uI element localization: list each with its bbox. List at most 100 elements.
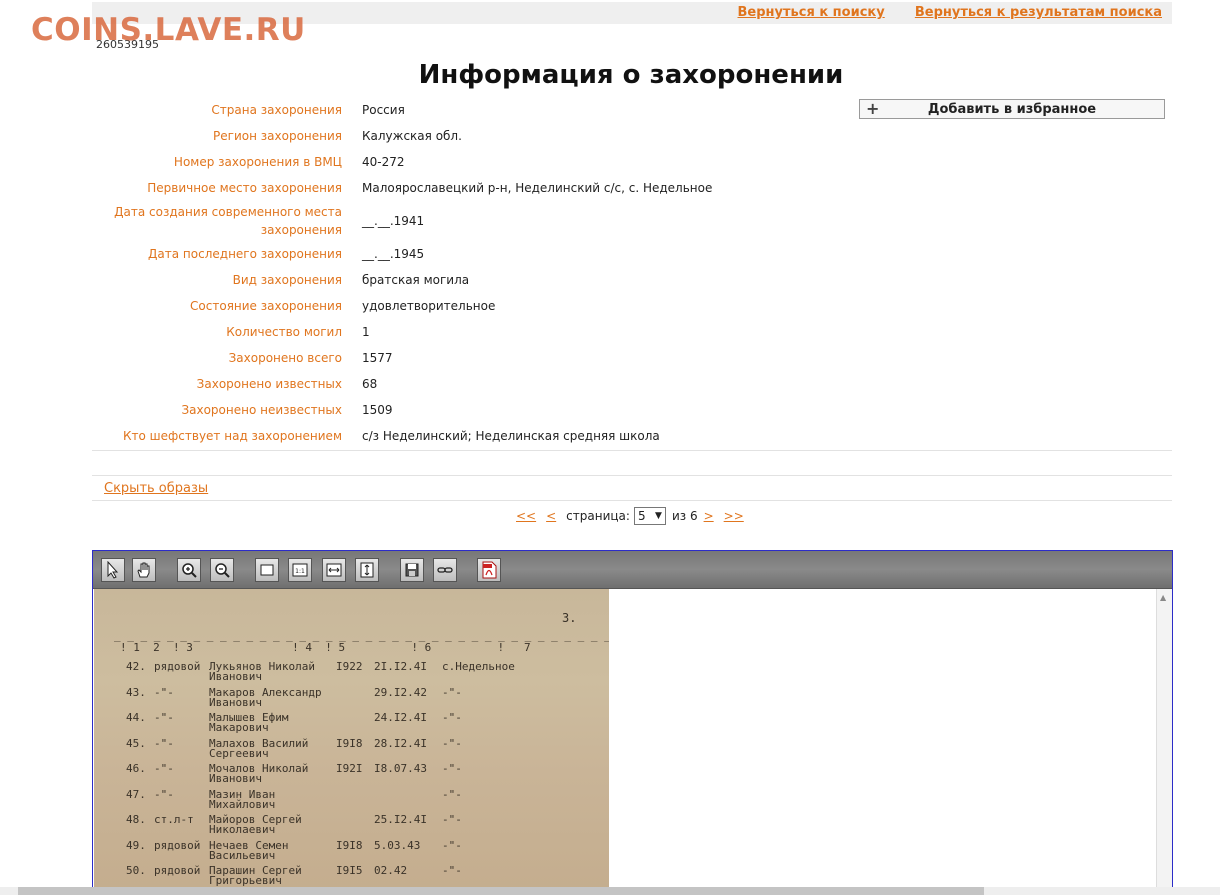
save-icon (405, 563, 419, 577)
info-row: Захоронено известных 68 (92, 371, 852, 397)
info-value: 68 (362, 377, 378, 391)
info-value: с/з Неделинский; Неделинская средняя шко… (362, 429, 660, 443)
vertical-scrollbar[interactable]: ▲ (1156, 589, 1172, 894)
scan-record-rank: ст.л-т (154, 813, 194, 826)
info-row: Регион захоронения Калужская обл. (92, 123, 852, 149)
scan-page-number: 3. (562, 611, 577, 625)
info-label: Захоронено неизвестных (181, 403, 342, 417)
info-value: 1 (362, 325, 370, 339)
scan-record-n: 46. (126, 762, 146, 775)
info-value: Калужская обл. (362, 129, 462, 143)
info-label: Первичное место захоронения (147, 181, 342, 195)
fit-width-icon (326, 563, 342, 577)
info-row: Страна захоронения Россия (92, 97, 852, 123)
pan-tool-button[interactable] (132, 558, 156, 582)
scan-record-date: 02.42 (374, 864, 408, 877)
info-row: Номер захоронения в ВМЦ 40-272 (92, 149, 852, 175)
page-select[interactable]: 5 ▼ (633, 507, 666, 525)
scan-record-date: 24.I2.4I (374, 711, 427, 724)
scan-record-date: 5.03.43 (374, 838, 421, 852)
document-scan-image[interactable]: 3. _ _ _ _ _ _ _ _ _ _ _ _ _ _ _ _ _ _ _… (94, 589, 609, 894)
scan-column-header: ! 1 2 ! 3 ! 4 ! 5 ! 6 ! 7 (120, 641, 531, 654)
actual-size-button[interactable]: 1:1 (288, 558, 312, 582)
fit-height-button[interactable] (355, 558, 379, 582)
info-value: удовлетворительное (362, 299, 496, 313)
scrollbar-thumb[interactable] (18, 887, 984, 895)
scan-record-patronymic: Иванович (209, 695, 262, 709)
back-to-search-link[interactable]: Вернуться к поиску (738, 5, 885, 20)
select-tool-button[interactable] (101, 558, 125, 582)
zoom-in-icon (182, 563, 197, 578)
add-to-favorites-button[interactable]: + Добавить в избранное (859, 99, 1165, 119)
scan-record-date: 29.I2.42 (374, 685, 427, 699)
scan-record-year: I922 (336, 660, 363, 673)
info-value: 40-272 (362, 155, 405, 169)
info-label: Номер захоронения в ВМЦ (173, 155, 342, 169)
info-label: Страна захоронения (211, 103, 342, 117)
info-row: Дата последнего захоронения __.__.1945 (92, 241, 852, 267)
pdf-button[interactable] (477, 558, 501, 582)
save-button[interactable] (400, 558, 424, 582)
prev-page-link[interactable]: < (546, 509, 556, 523)
info-row: Вид захоронения братская могила (92, 267, 852, 293)
info-value: 1509 (362, 403, 393, 417)
add-to-favorites-label: Добавить в избранное (927, 102, 1097, 117)
scan-record-n: 43. (126, 685, 146, 699)
scan-record-n: 48. (126, 813, 146, 826)
info-value: Малоярославецкий р-н, Неделинский с/с, с… (362, 181, 713, 195)
viewer-toolbar: 1:1 (93, 551, 1172, 589)
scan-record-patronymic: Сергеевич (209, 746, 269, 760)
divider (92, 500, 1172, 501)
info-row: Захоронено неизвестных 1509 (92, 397, 852, 423)
divider (92, 450, 1172, 451)
scan-record-year: I92I (336, 762, 363, 775)
info-value: __.__.1941 (362, 214, 425, 228)
info-label: Кто шефствует над захоронением (123, 429, 342, 443)
info-value: Россия (362, 103, 405, 117)
scan-record-place: -"- (442, 864, 462, 877)
actual-size-icon: 1:1 (292, 563, 308, 577)
select-arrow-icon (107, 561, 119, 579)
zoom-out-button[interactable] (210, 558, 234, 582)
fit-width-button[interactable] (322, 558, 346, 582)
info-label: Регион захоронения (213, 129, 342, 143)
info-value: братская могила (362, 273, 470, 287)
link-button[interactable] (433, 558, 457, 582)
watermark-logo: COINS.LAVE.RU (31, 12, 306, 48)
scan-record-date: 25.I2.4I (374, 813, 427, 826)
scan-record-date: I8.07.43 (374, 762, 427, 775)
scan-record-n: 44. (126, 711, 146, 724)
last-page-link[interactable]: >> (724, 509, 744, 523)
scan-record-rank: -"- (154, 685, 174, 699)
fit-height-icon (360, 562, 374, 578)
svg-text:1:1: 1:1 (295, 568, 305, 575)
scan-record-date: 2I.I2.4I (374, 660, 427, 673)
scan-record-place: -"- (442, 736, 462, 750)
info-label: Захоронено всего (228, 351, 342, 365)
scan-record-n: 50. (126, 864, 146, 877)
scroll-up-icon[interactable]: ▲ (1160, 593, 1166, 602)
scan-record-rank: рядовой (154, 660, 201, 673)
info-row: Захоронено всего 1577 (92, 345, 852, 371)
horizontal-scrollbar[interactable] (0, 887, 1220, 895)
next-page-link[interactable]: > (704, 509, 714, 523)
hide-images-link[interactable]: Скрыть образы (104, 481, 208, 496)
info-row: Первичное место захоронения Малоярославец… (92, 175, 852, 201)
first-page-link[interactable]: << (516, 509, 536, 523)
page-total: из 6 (671, 509, 698, 523)
document-viewer: 1:1 3. _ _ _ _ _ _ _ _ _ _ _ _ _ _ _ _ _… (92, 550, 1173, 895)
page-select-value: 5 (637, 509, 646, 523)
scan-record-rank: -"- (154, 787, 174, 801)
scan-record-place: -"- (442, 762, 462, 775)
back-to-results-link[interactable]: Вернуться к результатам поиска (915, 5, 1162, 20)
page-label: страница: (566, 509, 630, 523)
zoom-in-button[interactable] (177, 558, 201, 582)
info-value: 1577 (362, 351, 393, 365)
scan-record-rank: -"- (154, 762, 174, 775)
scan-record-place: -"- (442, 787, 462, 801)
info-row: Дата создания современного места захорон… (92, 201, 852, 241)
pdf-icon (482, 561, 497, 579)
fit-page-button[interactable] (255, 558, 279, 582)
link-icon (437, 567, 453, 573)
scan-record-patronymic: Иванович (209, 670, 262, 683)
